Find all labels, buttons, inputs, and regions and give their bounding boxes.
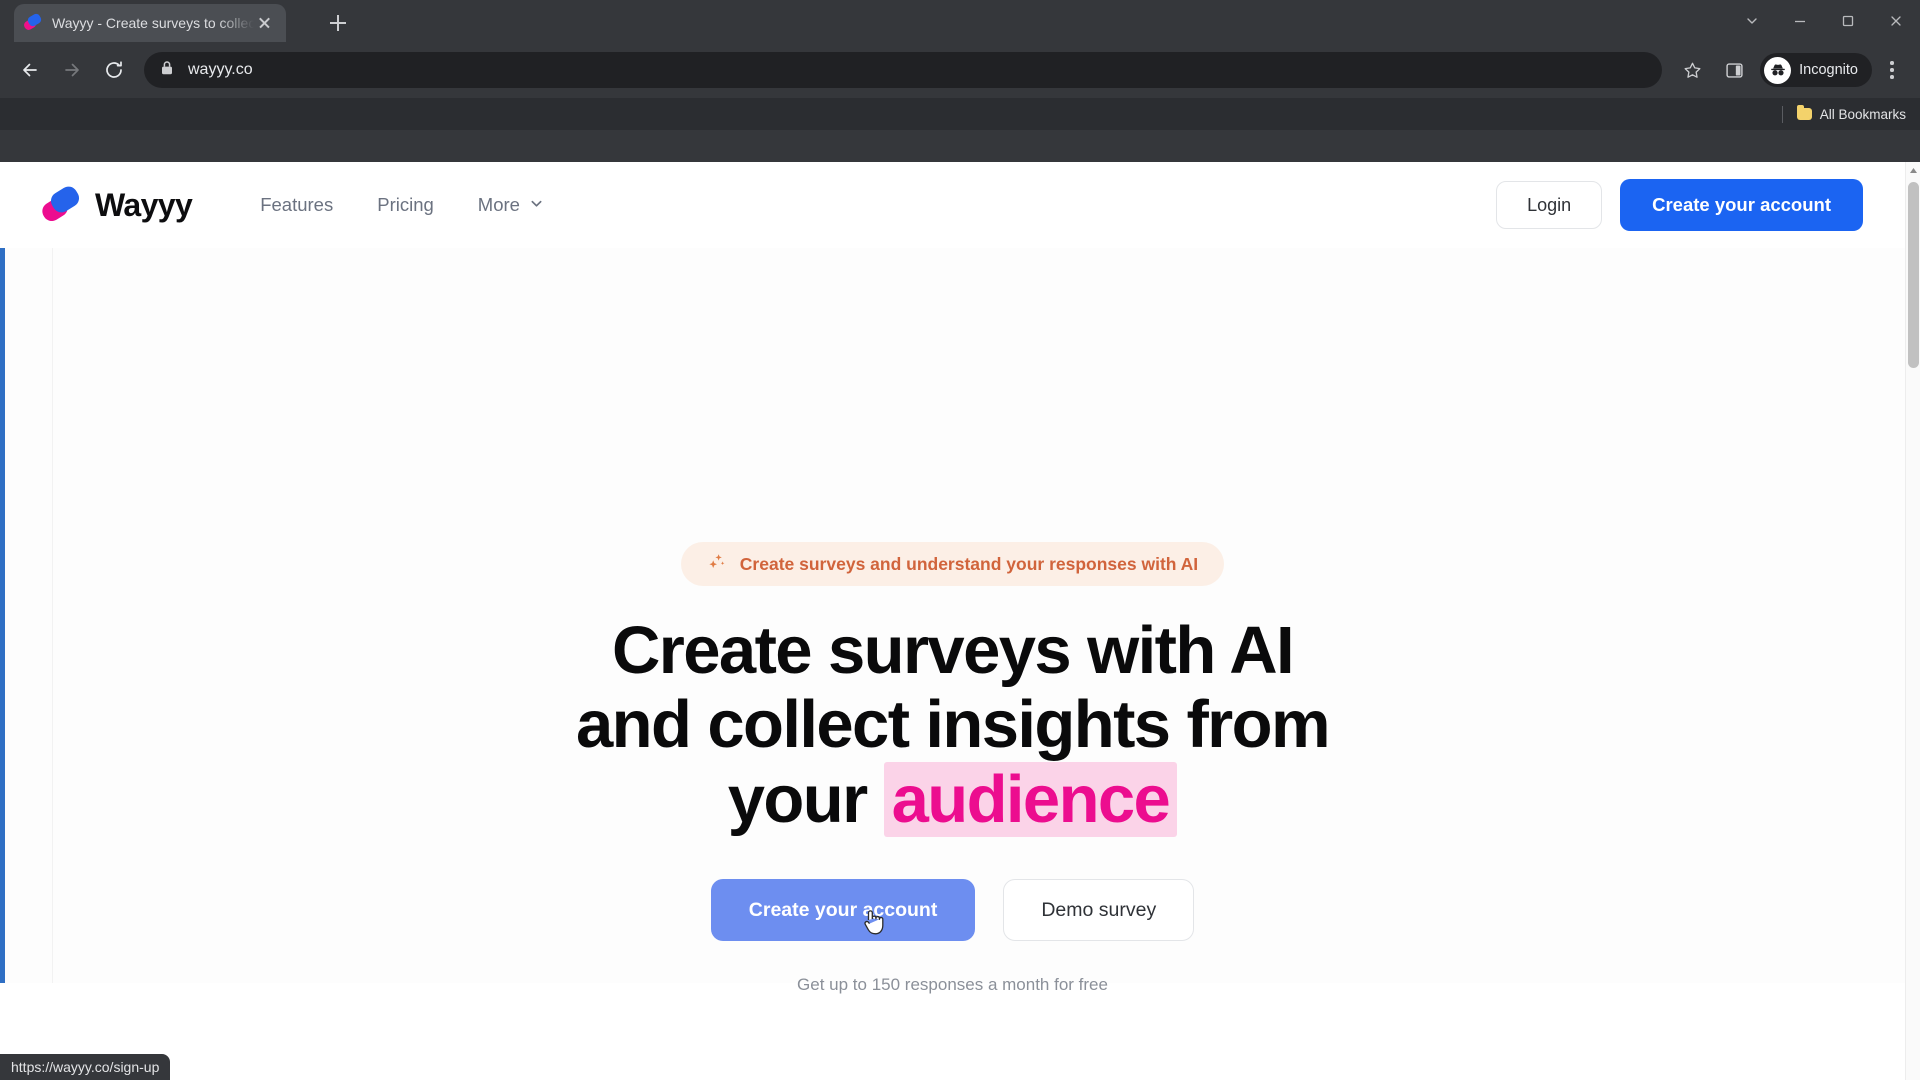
window-controls (1728, 0, 1920, 42)
close-icon[interactable] (1872, 0, 1920, 42)
site-header: Wayyy Features Pricing More Login Create… (0, 162, 1905, 248)
folder-icon (1796, 105, 1812, 120)
create-account-button-header[interactable]: Create your account (1620, 179, 1863, 231)
bookmarks-bar: All Bookmarks (0, 98, 1920, 130)
nav-label: Features (260, 194, 334, 215)
brand-logo[interactable]: Wayyy (38, 183, 193, 225)
plus-icon[interactable] (325, 10, 351, 36)
arrow-right-icon (52, 50, 92, 90)
ai-badge[interactable]: Create surveys and understand your respo… (680, 542, 1225, 586)
sparkles-icon (707, 552, 727, 577)
nav-item-features[interactable]: Features (238, 184, 355, 226)
headline-line-1: Create surveys with AI (612, 613, 1295, 688)
header-actions: Login Create your account (1496, 179, 1863, 231)
address-bar[interactable]: wayyy.co (144, 52, 1663, 88)
reload-icon[interactable] (94, 50, 134, 90)
nav-item-more[interactable]: More (456, 184, 566, 226)
profile-label: Incognito (1799, 62, 1858, 78)
all-bookmarks-label: All Bookmarks (1819, 106, 1906, 122)
chevron-down-icon (529, 194, 544, 216)
wayyy-logo-icon (22, 12, 43, 32)
nav-item-pricing[interactable]: Pricing (355, 184, 456, 226)
web-page: Wayyy Features Pricing More Login Create… (0, 162, 1905, 1080)
lock-icon (160, 60, 174, 81)
maximize-icon[interactable] (1824, 0, 1872, 42)
demo-survey-button[interactable]: Demo survey (1003, 879, 1195, 942)
status-bubble: https://wayyy.co/sign-up (0, 1054, 171, 1080)
nav-label: More (477, 194, 520, 215)
tab-title: Wayyy - Create surveys to collec (52, 15, 254, 31)
ai-badge-label: Create surveys and understand your respo… (739, 553, 1199, 574)
hero-cta-row: Create your account Demo survey (0, 879, 1905, 942)
headline-prefix: your (727, 761, 884, 837)
nav-label: Pricing (377, 194, 434, 215)
wayyy-logo-icon (38, 183, 83, 225)
address-bar-url: wayyy.co (188, 61, 253, 78)
kebab-menu-icon[interactable] (1874, 50, 1910, 90)
divider (1781, 105, 1783, 123)
browser-tab[interactable]: Wayyy - Create surveys to collec (14, 4, 286, 42)
browser-toolbar: wayyy.co Incognito (0, 42, 1920, 98)
headline-highlight: audience (883, 761, 1178, 837)
triangle-up-icon[interactable] (1906, 162, 1920, 179)
minimize-icon[interactable] (1776, 0, 1824, 42)
incognito-icon (1764, 56, 1792, 84)
page-viewport: Wayyy Features Pricing More Login Create… (0, 162, 1920, 1080)
page-scrollbar[interactable] (1905, 162, 1920, 1080)
login-button[interactable]: Login (1496, 181, 1603, 229)
arrow-left-icon[interactable] (10, 50, 50, 90)
star-icon[interactable] (1672, 50, 1712, 90)
all-bookmarks-button[interactable]: All Bookmarks (1796, 105, 1906, 122)
chevron-down-icon[interactable] (1728, 0, 1776, 42)
create-account-button-hero[interactable]: Create your account (710, 879, 976, 942)
side-panel-icon[interactable] (1714, 50, 1754, 90)
headline-line-3: your audience (0, 761, 1905, 837)
profile-chip[interactable]: Incognito (1760, 53, 1872, 87)
scrollbar-thumb[interactable] (1908, 182, 1919, 368)
brand-name: Wayyy (95, 186, 193, 223)
headline-line-2: and collect insights from (576, 687, 1331, 763)
tab-strip: Wayyy - Create surveys to collec (0, 0, 1920, 42)
hero-note: Get up to 150 responses a month for free (797, 975, 1108, 995)
page-title: Create surveys with AI and collect insig… (0, 613, 1905, 837)
close-icon[interactable] (254, 12, 276, 34)
main-nav: Features Pricing More (238, 184, 566, 226)
hero-section: Create surveys and understand your respo… (0, 248, 1905, 995)
status-bubble-url: https://wayyy.co/sign-up (11, 1059, 160, 1075)
browser-window: Wayyy - Create surveys to collec wayyy.c… (0, 0, 1920, 1080)
